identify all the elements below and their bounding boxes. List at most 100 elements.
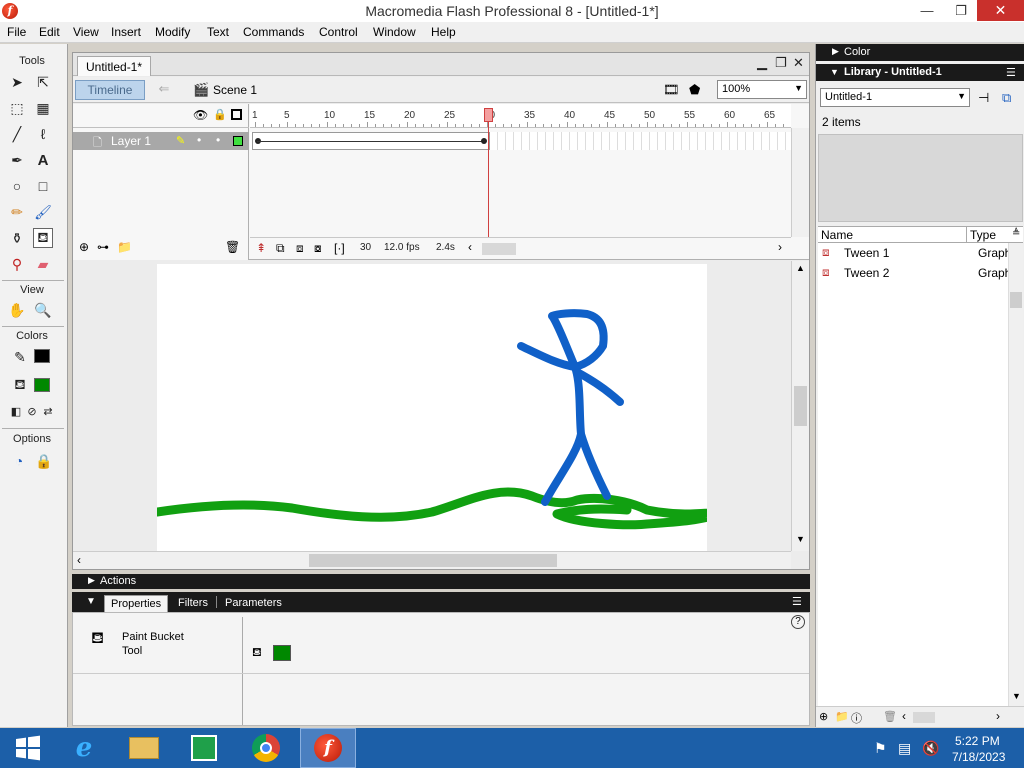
stage-vertical-scrollbar[interactable]: ▲ ▼ [791,261,809,551]
sort-icon[interactable]: ≜ [1012,228,1020,239]
hand-tool-icon[interactable]: ✋ [7,300,27,320]
column-name[interactable]: Name [821,228,853,242]
scroll-right-icon[interactable]: › [778,240,782,254]
library-panel-header[interactable]: ▼ Library - Untitled-1 ☰ [816,64,1024,81]
flag-icon[interactable]: ⚑ [874,740,887,757]
library-document-select[interactable]: Untitled-1 ▼ [820,88,970,107]
zoom-tool-icon[interactable]: 🔍 [33,300,53,320]
edit-symbols-icon[interactable]: ⬟ [689,82,700,98]
line-tool-icon[interactable]: ╱ [7,124,27,144]
gap-size-icon[interactable]: ◔ [9,451,29,471]
stage[interactable] [152,264,727,551]
scroll-left-icon[interactable]: ‹ [902,709,906,723]
onion-outlines-icon[interactable]: ⧈ [296,241,304,256]
swap-colors-icon[interactable]: ⇄ [38,401,58,421]
menu-control[interactable]: Control [319,25,358,39]
scroll-up-icon[interactable]: ▲ [796,263,805,273]
tab-properties[interactable]: Properties [104,595,169,612]
help-icon[interactable]: ? [791,615,805,629]
keyframe-span[interactable] [252,132,490,150]
menu-commands[interactable]: Commands [243,25,304,39]
fill-color-swatch[interactable] [273,645,291,661]
menu-window[interactable]: Window [373,25,416,39]
gradient-transform-tool-icon[interactable]: ▦ [33,98,53,118]
properties-icon[interactable]: ⓘ [851,710,862,726]
color-panel-header[interactable]: ▶ Color [816,44,1024,61]
scroll-left-icon[interactable]: ‹ [468,240,472,254]
scroll-left-icon[interactable]: ‹ [77,553,81,567]
column-type[interactable]: Type [970,228,996,242]
modify-markers-icon[interactable]: [·] [334,241,345,255]
pin-library-icon[interactable]: ⊣ [978,90,989,106]
text-tool-icon[interactable]: A [33,150,53,170]
library-hscroll-thumb[interactable] [913,712,935,723]
minimize-button[interactable]: — [912,0,942,21]
delete-icon[interactable]: 🗑 [883,710,897,723]
close-button[interactable]: ✕ [977,0,1024,21]
doc-restore-icon[interactable]: ❐ [775,55,787,71]
stage-vscroll-thumb[interactable] [794,386,807,426]
menu-edit[interactable]: Edit [39,25,60,39]
subselection-tool-icon[interactable]: ⇱ [33,72,53,92]
scene-label[interactable]: Scene 1 [213,83,257,97]
new-symbol-icon[interactable]: ⊕ [819,710,828,723]
timeline-toggle-button[interactable]: Timeline [75,80,145,100]
library-item[interactable]: ⧈ Tween 2 Graph [820,263,1011,283]
lasso-tool-icon[interactable]: ℓ [33,124,53,144]
chrome-icon[interactable] [238,728,294,768]
oval-tool-icon[interactable]: ○ [7,176,27,196]
flash-taskbar-icon[interactable]: f [300,728,356,768]
selection-tool-icon[interactable]: ➤ [7,72,27,92]
menu-view[interactable]: View [73,25,99,39]
free-transform-tool-icon[interactable]: ⬚ [7,98,27,118]
back-arrow-icon[interactable]: ⇐ [153,81,175,99]
eraser-tool-icon[interactable]: ▰ [33,254,53,274]
doc-close-icon[interactable]: ✕ [793,55,804,71]
onion-skin-icon[interactable]: ⧉ [276,241,285,256]
center-frame-icon[interactable]: ⇞ [256,241,266,255]
network-icon[interactable]: ▤ [898,740,911,757]
lock-icon[interactable]: 🔒 [213,108,227,121]
new-library-panel-icon[interactable]: ⧉ [1002,90,1011,106]
stroke-color-swatch[interactable] [34,349,50,363]
restore-button[interactable]: ❐ [946,0,976,21]
stage-horizontal-scrollbar[interactable]: ‹ [73,551,791,569]
panel-menu-icon[interactable]: ☰ [1006,66,1016,79]
rectangle-tool-icon[interactable]: □ [33,176,53,196]
store-icon[interactable] [176,728,232,768]
menu-modify[interactable]: Modify [155,25,190,39]
lock-fill-icon[interactable]: 🔒 [34,451,54,471]
tab-parameters[interactable]: Parameters [221,595,286,612]
file-explorer-icon[interactable] [116,728,172,768]
edit-multiple-frames-icon[interactable]: ⧇ [314,241,322,256]
clock-date[interactable]: 7/18/2023 [952,750,1005,764]
timeline-hscroll-thumb[interactable] [482,243,516,255]
paint-bucket-tool-icon[interactable]: ⛾ [33,228,53,248]
menu-text[interactable]: Text [207,25,229,39]
library-item[interactable]: ⧈ Tween 1 Graph [820,243,1011,263]
scroll-right-icon[interactable]: › [996,709,1000,723]
layer-color-box[interactable] [233,136,243,146]
scroll-down-icon[interactable]: ▼ [1012,691,1021,701]
scroll-down-icon[interactable]: ▼ [796,534,805,544]
timeline-vertical-scrollbar[interactable] [791,128,809,237]
pencil-tool-icon[interactable]: ✏ [7,202,27,222]
fill-color-swatch[interactable] [34,378,50,392]
stage-hscroll-thumb[interactable] [309,554,557,567]
edit-scene-icon[interactable]: 🎞 [663,82,680,98]
motion-guide-icon[interactable]: ⊶ [97,240,109,254]
menu-file[interactable]: File [7,25,26,39]
actions-panel-header[interactable]: ▶ Actions [72,574,810,589]
menu-help[interactable]: Help [431,25,456,39]
document-tab[interactable]: Untitled-1* [77,56,152,76]
brush-tool-icon[interactable]: 🖌 [33,202,53,222]
internet-explorer-icon[interactable]: e [56,728,112,768]
start-button[interactable] [0,728,56,768]
pen-tool-icon[interactable]: ✒ [7,150,27,170]
layer-row[interactable]: 🗋 Layer 1 ✎ • • [73,132,249,150]
frame-ruler[interactable]: 15101520253035404550556065 [250,104,791,128]
library-vscroll-thumb[interactable] [1010,292,1022,308]
menu-insert[interactable]: Insert [111,25,141,39]
collapse-arrow-icon[interactable]: ▼ [86,596,96,607]
volume-muted-icon[interactable]: 🔇 [922,740,939,757]
